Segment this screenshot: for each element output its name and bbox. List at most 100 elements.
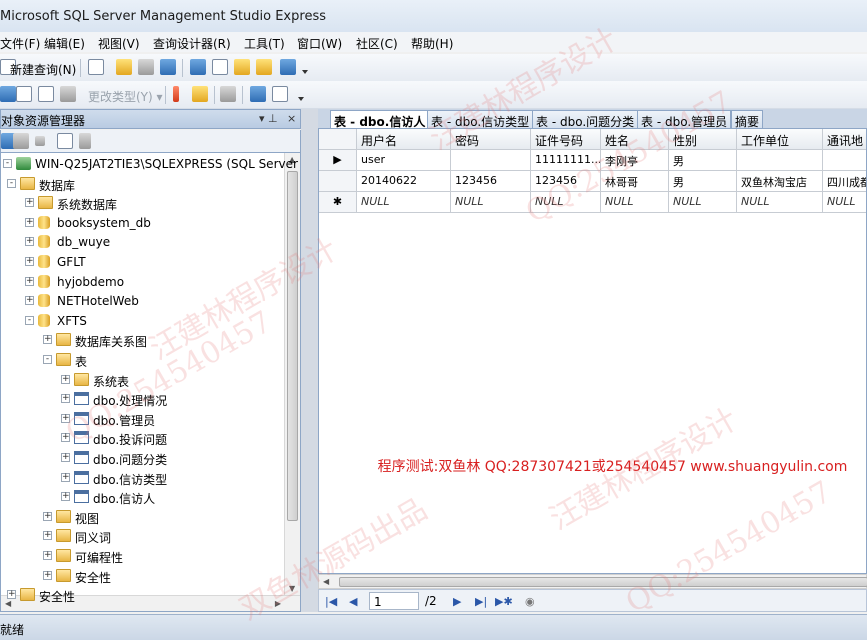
execute-sql-icon[interactable] [173, 86, 179, 102]
template-explorer-icon[interactable] [234, 59, 250, 75]
collapse-icon[interactable]: - [43, 355, 52, 364]
save-all-icon[interactable] [160, 59, 176, 75]
tab-xinfang-type[interactable]: 表 - dbo.信访类型 [427, 110, 534, 129]
expand-icon[interactable]: + [25, 276, 34, 286]
table-row[interactable]: ✱ NULL NULL NULL NULL NULL NULL NULL [319, 192, 866, 213]
tree-vertical-scrollbar[interactable]: ▲ ▼ [284, 153, 300, 595]
row-selector[interactable]: ▶ [319, 150, 357, 171]
toolbar-overflow-icon[interactable] [298, 97, 304, 103]
table-cell[interactable] [737, 150, 823, 171]
properties-icon[interactable] [256, 59, 272, 75]
table-cell[interactable]: NULL [531, 192, 601, 213]
group-by-icon[interactable] [220, 86, 236, 102]
expand-icon[interactable]: + [43, 531, 52, 541]
show-results-icon[interactable] [60, 86, 76, 102]
table-cell[interactable]: NULL [451, 192, 531, 213]
last-record-icon[interactable]: ▶| [475, 595, 487, 608]
menu-file[interactable]: 文件(F) [0, 35, 40, 52]
disconnect-icon[interactable] [13, 133, 29, 149]
grid-corner[interactable] [319, 129, 357, 150]
save-icon[interactable] [138, 59, 154, 75]
table-cell[interactable]: NULL [737, 192, 823, 213]
table-cell[interactable]: 李刚亭 [601, 150, 669, 171]
table-cell[interactable]: NULL [823, 192, 866, 213]
stop-icon[interactable] [35, 136, 45, 146]
toolbox-icon[interactable] [280, 59, 296, 75]
table-cell[interactable]: 123456 [531, 171, 601, 192]
expand-icon[interactable]: + [43, 511, 52, 521]
table-cell[interactable]: 11111111... [531, 150, 601, 171]
menu-edit[interactable]: 编辑(E) [44, 35, 85, 52]
menu-community[interactable]: 社区(C) [356, 35, 398, 52]
next-record-icon[interactable]: ▶ [453, 595, 461, 608]
expand-icon[interactable]: + [25, 217, 34, 227]
new-file-icon[interactable] [88, 59, 104, 75]
expand-icon[interactable]: + [43, 551, 52, 560]
scrollbar-thumb[interactable] [339, 577, 867, 587]
row-selector[interactable] [319, 171, 357, 192]
scroll-down-icon[interactable]: ▼ [289, 584, 295, 593]
expand-icon[interactable]: + [61, 374, 70, 384]
pin-icon[interactable]: ▾ ⊥ [259, 112, 278, 125]
menu-view[interactable]: 视图(V) [98, 35, 140, 52]
table-cell[interactable]: 林哥哥 [601, 171, 669, 192]
table-row[interactable]: 20140622 123456 123456 林哥哥男双鱼林淘宝店 四川成都 [319, 171, 866, 192]
menu-tools[interactable]: 工具(T) [244, 35, 285, 52]
table-cell[interactable]: 20140622 [357, 171, 451, 192]
expand-icon[interactable]: + [7, 590, 16, 600]
show-grid-icon[interactable] [16, 86, 32, 102]
row-selector[interactable]: ✱ [319, 192, 357, 213]
add-derived-table-icon[interactable] [272, 86, 288, 102]
open-folder-icon[interactable] [116, 59, 132, 75]
table-cell[interactable] [823, 150, 866, 171]
menu-help[interactable]: 帮助(H) [411, 35, 453, 52]
grid-horizontal-scrollbar[interactable]: ◀ [318, 574, 867, 589]
table-cell[interactable]: 男 [669, 171, 737, 192]
current-record-field[interactable]: 1 [369, 592, 419, 610]
table-cell[interactable]: NULL [669, 192, 737, 213]
registered-servers-icon[interactable] [190, 59, 206, 75]
toolbar-overflow-icon[interactable] [302, 70, 308, 76]
tab-xinfangren[interactable]: 表 - dbo.信访人 [330, 110, 430, 129]
column-header[interactable]: 姓名 [601, 129, 669, 150]
tab-problem-category[interactable]: 表 - dbo.问题分类 [532, 110, 639, 129]
collapse-icon[interactable]: - [7, 178, 16, 188]
show-sql-icon[interactable] [38, 86, 54, 102]
tab-admin[interactable]: 表 - dbo.管理员 [637, 110, 732, 129]
table-cell[interactable] [451, 150, 531, 171]
expand-icon[interactable]: + [25, 296, 34, 306]
expand-icon[interactable]: + [61, 472, 70, 482]
change-type-dropdown[interactable]: 更改类型(Y) ▾ [88, 88, 163, 105]
show-diagram-icon[interactable] [0, 86, 16, 102]
scroll-left-icon[interactable]: ◀ [5, 599, 11, 608]
column-header[interactable]: 用户名 [357, 129, 451, 150]
add-table-icon[interactable] [250, 86, 266, 102]
table-cell[interactable]: 男 [669, 150, 737, 171]
menu-query-designer[interactable]: 查询设计器(R) [153, 35, 231, 52]
expand-icon[interactable]: + [61, 394, 70, 404]
stop-icon[interactable]: ◉ [525, 595, 535, 608]
close-icon[interactable]: × [287, 112, 296, 125]
table-cell[interactable]: 双鱼林淘宝店 [737, 171, 823, 192]
expand-icon[interactable]: + [61, 492, 70, 502]
new-record-icon[interactable]: ▶✱ [495, 595, 513, 608]
scrollbar-thumb[interactable] [287, 171, 298, 521]
table-cell[interactable]: user [357, 150, 451, 171]
table-cell[interactable]: 123456 [451, 171, 531, 192]
expand-icon[interactable]: + [61, 453, 70, 462]
table-row[interactable]: ▶ user 11111111... 李刚亭男 [319, 150, 866, 171]
menu-window[interactable]: 窗口(W) [297, 35, 342, 52]
expand-icon[interactable]: + [25, 257, 34, 266]
new-query-button[interactable]: 新建查询(N) [10, 61, 76, 78]
table-cell[interactable]: NULL [357, 192, 451, 213]
expand-icon[interactable]: + [25, 237, 34, 247]
scroll-left-icon[interactable]: ◀ [323, 577, 329, 586]
refresh-icon[interactable] [57, 133, 73, 149]
expand-icon[interactable]: + [43, 335, 52, 345]
scroll-right-icon[interactable]: ▶ [275, 599, 281, 608]
expand-icon[interactable]: + [25, 198, 34, 208]
column-header[interactable]: 密码 [451, 129, 531, 150]
pane-splitter[interactable] [301, 109, 318, 612]
verify-sql-icon[interactable] [192, 86, 208, 102]
first-record-icon[interactable]: |◀ [325, 595, 337, 608]
